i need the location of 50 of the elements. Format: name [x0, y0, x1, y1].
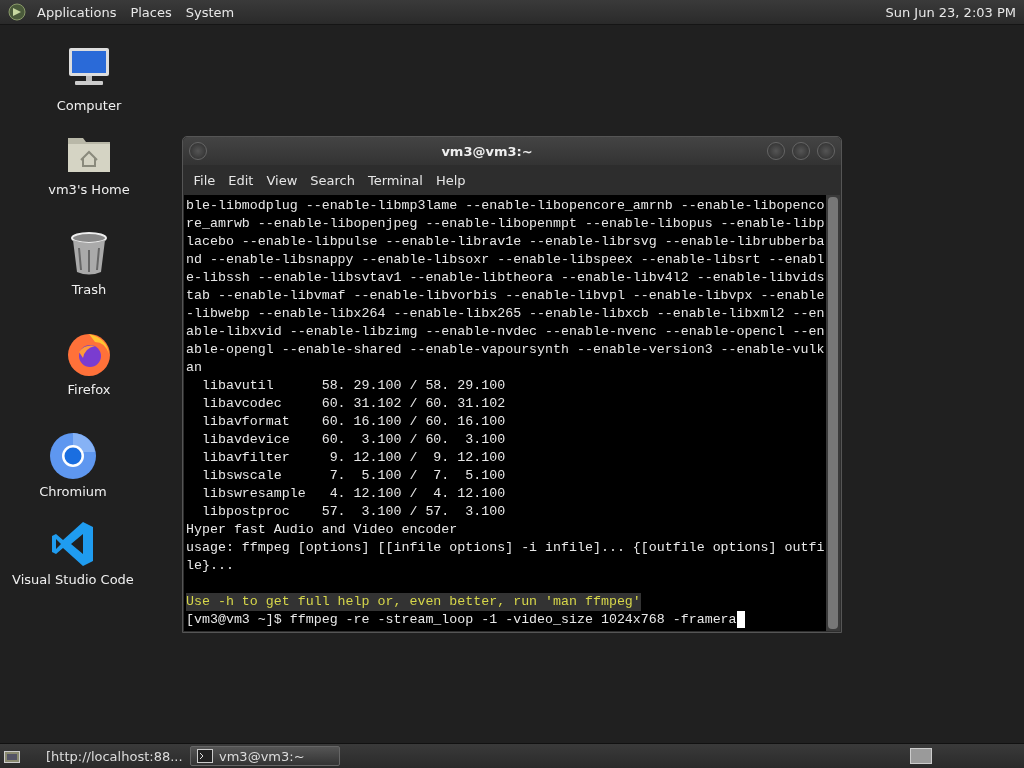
terminal-line: libavutil 58. 29.100 / 58. 29.100 [200, 377, 506, 395]
terminal-line: -libwebp --enable-libx264 --enable-libx265 --enable-libxcb --enable-libxml2 --en [186, 305, 825, 323]
desktop-icon-label[interactable]: Firefox [67, 382, 111, 397]
terminal-line: le}... [186, 557, 234, 575]
desktop-icon-label[interactable]: vm3's Home [48, 182, 130, 197]
maximize-button[interactable] [792, 142, 810, 160]
terminal-line: libpostproc 57. 3.100 / 57. 3.100 [200, 503, 506, 521]
desktop-icon-label[interactable]: Trash [71, 282, 107, 297]
terminal-line: an [186, 359, 202, 377]
taskbar-button[interactable]: [http://localhost:88... [34, 746, 184, 766]
chromium-icon [49, 432, 97, 480]
terminal-line: libavdevice 60. 3.100 / 60. 3.100 [200, 431, 506, 449]
panel-menu[interactable]: System [178, 4, 242, 20]
workspace-switcher[interactable] [910, 748, 932, 764]
panel-menu[interactable]: Applications [30, 4, 124, 20]
terminal-line: Hyper fast Audio and Video encoder [186, 521, 458, 539]
terminal-line: libavcodec 60. 31.102 / 60. 31.102 [200, 395, 506, 413]
terminal-line: able-libxvid --enable-libzimg --enable-nvdec --enable-nvenc --enable-opencl --en [186, 323, 825, 341]
terminal-line: usage: ffmpeg [options] [[infile options] -i infile]... {[outfile options] outfi [186, 539, 825, 557]
terminal-line: e-libssh --enable-libsvtav1 --enable-libtheora --enable-libv4l2 --enable-libvids [186, 269, 825, 287]
terminal-line: able-opengl --enable-shared --enable-vapoursynth --enable-version3 --enable-vulk [186, 341, 825, 359]
terminal-line: tab --enable-libvmaf --enable-libvorbis --enable-libvpl --enable-libvpx --enable [186, 287, 825, 305]
terminal-line: libswresample 4. 12.100 / 4. 12.100 [200, 485, 506, 503]
terminal-line: libavformat 60. 16.100 / 60. 16.100 [200, 413, 506, 431]
panel-menu[interactable]: Places [123, 4, 179, 20]
desktop-icon-label[interactable]: Visual Studio Code [12, 572, 134, 587]
logo-icon [8, 3, 26, 21]
menu-item[interactable]: Search [303, 172, 362, 188]
minimize-button[interactable] [767, 142, 785, 160]
terminal-line: lacebo --enable-libpulse --enable-librav1e --enable-librsvg --enable-librubberba [186, 233, 825, 251]
terminal-line: ble-libmodplug --enable-libmp3lame --enable-libopencore_amrnb --enable-libopenco [186, 197, 825, 215]
menu-item[interactable]: File [187, 172, 222, 188]
terminal-line: nd --enable-libsnappy --enable-libsoxr --enable-libspeex --enable-libsrt --enabl [186, 251, 825, 269]
command-line: [vm3@vm3 ~]$ ffmpeg -re -stream_loop -1 -video_size 1024x768 -framera [186, 611, 737, 629]
menu-item[interactable]: Terminal [361, 172, 430, 188]
window-title: vm3@vm3:~ [440, 143, 534, 159]
terminal-icon [197, 749, 213, 763]
close-button[interactable] [817, 142, 835, 160]
terminal-line: libavfilter 9. 12.100 / 9. 12.100 [200, 449, 506, 467]
menu-item[interactable]: View [259, 172, 304, 188]
terminal-line: re_amrwb --enable-libopenjpeg --enable-libopenmpt --enable-libopus --enable-libp [186, 215, 825, 233]
menu-item[interactable]: Edit [221, 172, 260, 188]
clock-text[interactable]: Sun Jun 23, 2:03 PM [885, 4, 1016, 20]
menu-item[interactable]: Help [429, 172, 473, 188]
window-menu-button[interactable] [189, 142, 207, 160]
show-desktop-icon [4, 749, 20, 763]
terminal-line: libswscale 7. 5.100 / 7. 5.100 [200, 467, 506, 485]
desktop-icon-label[interactable]: Chromium [39, 484, 107, 499]
desktop-icon-label[interactable]: Computer [56, 98, 122, 113]
taskbar-button[interactable]: vm3@vm3:~ [190, 746, 340, 766]
